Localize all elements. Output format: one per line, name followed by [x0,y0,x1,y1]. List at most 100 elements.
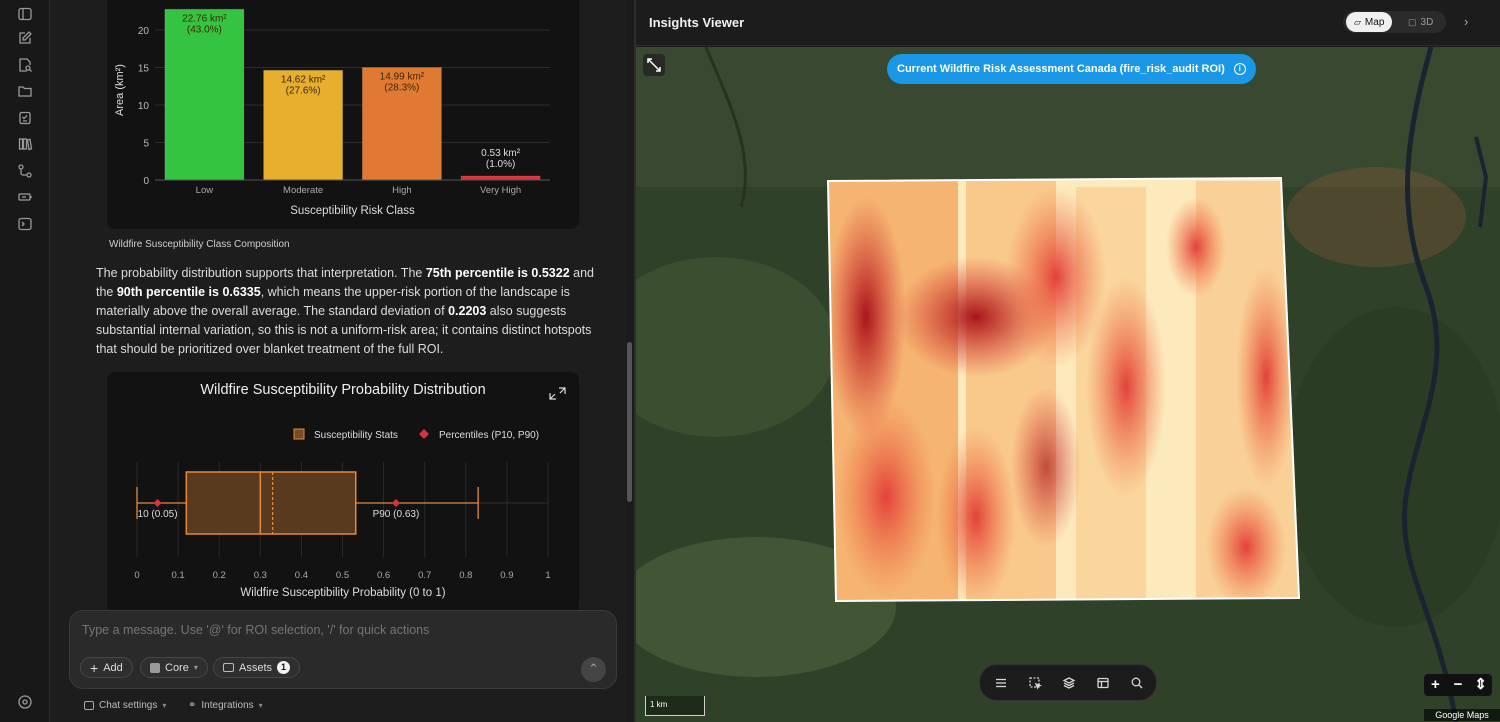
para-bold-p75: 75th percentile is 0.5322 [425,266,570,280]
map-toolbar [979,664,1157,701]
expand-icon[interactable] [643,54,665,76]
bar-value-label: 14.62 km² [281,74,326,85]
p90-marker [391,499,400,507]
x-tick-label: 0.2 [213,570,226,581]
x-tick-label: 0.3 [254,570,267,581]
assets-count-badge: 1 [277,661,291,674]
box-chart-card: Wildfire Susceptibility Probability Dist… [107,372,579,612]
chat-settings-icon [84,701,94,710]
chevron-down-icon: ▾ [162,701,167,710]
x-tick-label: Low [196,185,214,196]
menu-icon[interactable] [994,676,1008,690]
para-text-1: The probability distribution supports th… [96,266,426,280]
bar-percent-label: (1.0%) [486,159,515,170]
cube-outline-icon: ▢ [1408,16,1417,27]
x-axis-title: Susceptibility Risk Class [290,205,415,217]
roi-title-chip[interactable]: Current Wildfire Risk Assessment Canada … [887,54,1256,84]
para-bold-p90: 90th percentile is 0.6335 [116,285,261,299]
library-icon[interactable] [17,136,33,152]
risk-heatmap-overlay [828,178,1299,601]
bar-percent-label: (27.6%) [286,85,321,96]
core-label: Core [165,661,189,674]
search-icon[interactable] [1130,676,1144,690]
x-tick-label: 0.6 [377,570,390,581]
compass-icon[interactable]: ⇕ [1469,674,1492,696]
bar-value-label: 14.99 km² [380,72,425,83]
map-attribution: Google Maps [1424,709,1500,721]
p90-label: P90 (0.63) [373,509,420,520]
zoom-controls: + − ⇕ [1424,674,1492,696]
x-tick-label: 0.8 [459,570,472,581]
iqr-box [185,471,357,535]
y-tick-label: 20 [138,26,150,37]
folder-icon[interactable] [17,83,33,99]
sidebar-toggle-icon[interactable] [17,6,33,22]
x-tick-label: 0 [134,570,139,581]
x-tick-label: 0.9 [500,570,513,581]
x-tick-label: 0.5 [336,570,349,581]
map-mode-button[interactable]: ▱ Map [1346,12,1393,32]
3d-mode-label: 3D [1420,16,1434,28]
chat-settings-label: Chat settings [99,700,158,711]
search-doc-icon[interactable] [17,57,33,73]
chevron-down-icon: ▾ [193,663,198,672]
message-composer: + Add Core ▾ Assets 1 ⌃ [69,610,617,689]
x-tick-label: Moderate [283,185,323,196]
core-model-select[interactable]: Core ▾ [140,657,208,678]
assets-button[interactable]: Assets 1 [213,657,301,678]
message-input[interactable] [82,623,602,637]
stack-icon [223,663,234,672]
chevron-down-icon: ▾ [258,701,263,710]
legend-label-stats: Susceptibility Stats [314,430,398,441]
p10-label: 10 (0.05) [138,509,178,520]
x-tick-label: 1 [545,570,550,581]
add-button[interactable]: + Add [80,657,133,678]
battery-icon[interactable] [17,189,33,205]
x-tick-label: High [392,185,412,196]
integrations-link[interactable]: ⚭ Integrations ▾ [188,700,263,711]
bar-chart-caption: Wildfire Susceptibility Class Compositio… [109,239,290,250]
para-bold-stddev: 0.2203 [448,304,487,318]
satellite-basemap [636,47,1500,722]
fullscreen-icon [549,387,566,400]
terminal-icon[interactable] [17,216,33,232]
compose-icon[interactable] [17,30,33,46]
y-tick-label: 5 [143,139,149,150]
y-axis-title: Area (km²) [114,64,126,116]
roi-title-text: Current Wildfire Risk Assessment Canada … [897,63,1225,75]
table-icon[interactable] [1096,676,1110,690]
nav-rail [0,0,50,722]
legend-swatch-percentiles [419,429,429,439]
bar-percent-label: (28.3%) [384,83,419,94]
zoom-out-button[interactable]: − [1447,674,1470,696]
scale-bar: 1 km [645,696,705,716]
plus-icon: + [90,659,99,676]
chevron-right-icon[interactable]: › [1464,14,1468,29]
legend-swatch-stats [293,428,305,440]
viewer-header: Insights Viewer ▱ Map ▢ 3D › [636,0,1500,46]
arrow-up-icon: ⌃ [588,661,599,676]
bar-very-high [460,175,541,181]
map-canvas[interactable]: Current Wildfire Risk Assessment Canada … [636,47,1500,722]
chat-scrollbar[interactable] [627,342,632,502]
bar-chart-card: 0 5 10 15 20 22.76 km² (43.0%) Low 14.62 km² (27.… [107,0,579,229]
checklist-icon[interactable] [17,110,33,126]
zoom-in-button[interactable]: + [1424,674,1447,696]
workflow-icon[interactable] [17,163,33,179]
x-axis-title: Wildfire Susceptibility Probability (0 t… [240,587,445,599]
3d-mode-button[interactable]: ▢ 3D [1400,12,1441,32]
chat-settings-link[interactable]: Chat settings ▾ [84,700,166,711]
bar-value-label: 22.76 km² [182,13,227,24]
add-label: Add [103,661,123,674]
cube-icon [150,662,160,673]
info-icon[interactable]: i [1233,63,1246,75]
send-button[interactable]: ⌃ [581,657,606,682]
y-tick-label: 10 [138,101,150,112]
x-tick-label: 0.4 [295,570,308,581]
settings-icon[interactable] [17,694,33,710]
assets-label: Assets [239,661,273,674]
bar-percent-label: (43.0%) [187,24,222,35]
box-chart: Wildfire Susceptibility Probability Dist… [134,382,566,599]
layers-icon[interactable] [1062,676,1076,690]
select-area-icon[interactable] [1028,676,1042,690]
